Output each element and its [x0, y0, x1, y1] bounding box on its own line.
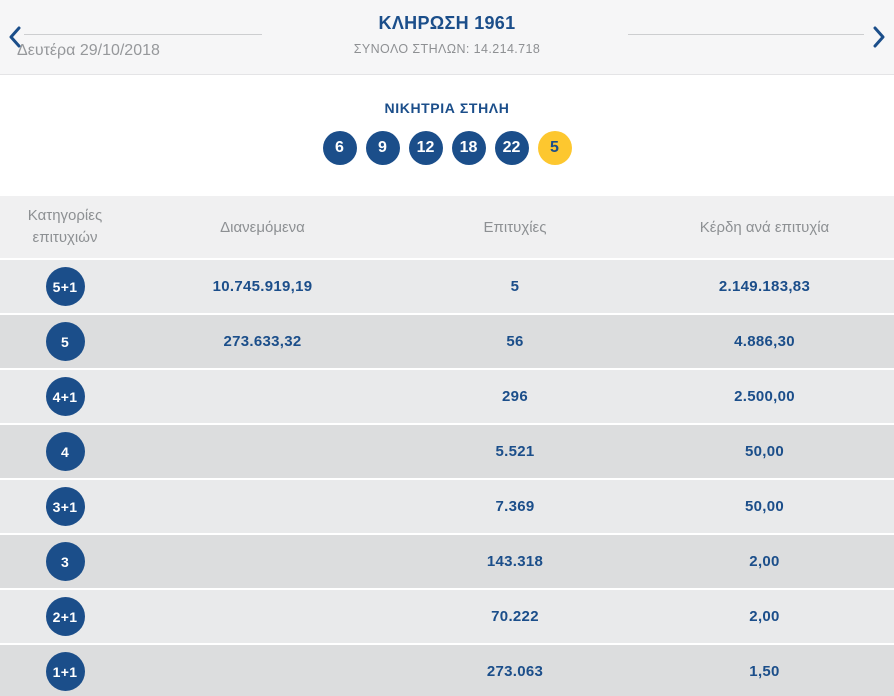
draw-title: ΚΛΗΡΩΣΗ 1961 — [0, 13, 894, 34]
column-header-winners: Επιτυχίες — [395, 219, 635, 236]
table-row: 1+1 273.063 1,50 — [0, 645, 894, 696]
winning-number-ball: 12 — [409, 131, 443, 165]
prize-value: 50,00 — [635, 498, 894, 515]
prize-value: 2.500,00 — [635, 388, 894, 405]
category-badge: 3+1 — [46, 487, 85, 526]
table-row: 2+1 70.222 2,00 — [0, 590, 894, 643]
prize-value: 4.886,30 — [635, 333, 894, 350]
winners-value: 296 — [395, 388, 635, 405]
winners-value: 7.369 — [395, 498, 635, 515]
chevron-right-icon — [872, 26, 886, 48]
joker-number-ball: 5 — [538, 131, 572, 165]
winners-value: 70.222 — [395, 608, 635, 625]
column-header-prize: Κέρδη ανά επιτυχία — [635, 219, 894, 236]
table-row: 4 5.521 50,00 — [0, 425, 894, 478]
distributed-value: 273.633,32 — [130, 333, 395, 350]
winning-number-ball: 9 — [366, 131, 400, 165]
winning-column-section: ΝΙΚΗΤΡΙΑ ΣΤΗΛΗ 6 9 12 18 22 5 — [0, 75, 894, 190]
category-badge: 5 — [46, 322, 85, 361]
prize-value: 2,00 — [635, 553, 894, 570]
next-draw-button[interactable] — [868, 24, 890, 50]
table-row: 4+1 296 2.500,00 — [0, 370, 894, 423]
category-badge: 5+1 — [46, 267, 85, 306]
prize-value: 2,00 — [635, 608, 894, 625]
category-badge: 2+1 — [46, 597, 85, 636]
winners-value: 5.521 — [395, 443, 635, 460]
table-row: 5+1 10.745.919,19 5 2.149.183,83 — [0, 260, 894, 313]
winning-number-ball: 6 — [323, 131, 357, 165]
columns-total: ΣΥΝΟΛΟ ΣΤΗΛΩΝ: 14.214.718 — [0, 42, 894, 56]
column-header-distributed: Διανεμόμενα — [130, 219, 395, 236]
winners-value: 5 — [395, 278, 635, 295]
winning-numbers: 6 9 12 18 22 5 — [0, 131, 894, 165]
prize-value: 1,50 — [635, 663, 894, 680]
prize-value: 2.149.183,83 — [635, 278, 894, 295]
results-table-header: Κατηγορίες επιτυχιών Διανεμόμενα Επιτυχί… — [0, 196, 894, 258]
winners-value: 56 — [395, 333, 635, 350]
category-badge: 3 — [46, 542, 85, 581]
table-row: 3+1 7.369 50,00 — [0, 480, 894, 533]
prize-value: 50,00 — [635, 443, 894, 460]
winners-value: 273.063 — [395, 663, 635, 680]
winning-column-title: ΝΙΚΗΤΡΙΑ ΣΤΗΛΗ — [0, 100, 894, 116]
draw-header: Δευτέρα 29/10/2018 ΚΛΗΡΩΣΗ 1961 ΣΥΝΟΛΟ Σ… — [0, 0, 894, 75]
column-header-categories: Κατηγορίες επιτυχιών — [13, 205, 117, 250]
winners-value: 143.318 — [395, 553, 635, 570]
results-table: Κατηγορίες επιτυχιών Διανεμόμενα Επιτυχί… — [0, 196, 894, 696]
distributed-value: 10.745.919,19 — [130, 278, 395, 295]
table-row: 3 143.318 2,00 — [0, 535, 894, 588]
winning-number-ball: 18 — [452, 131, 486, 165]
winning-number-ball: 22 — [495, 131, 529, 165]
category-badge: 1+1 — [46, 652, 85, 691]
header-divider-right — [628, 34, 864, 35]
category-badge: 4 — [46, 432, 85, 471]
category-badge: 4+1 — [46, 377, 85, 416]
table-row: 5 273.633,32 56 4.886,30 — [0, 315, 894, 368]
